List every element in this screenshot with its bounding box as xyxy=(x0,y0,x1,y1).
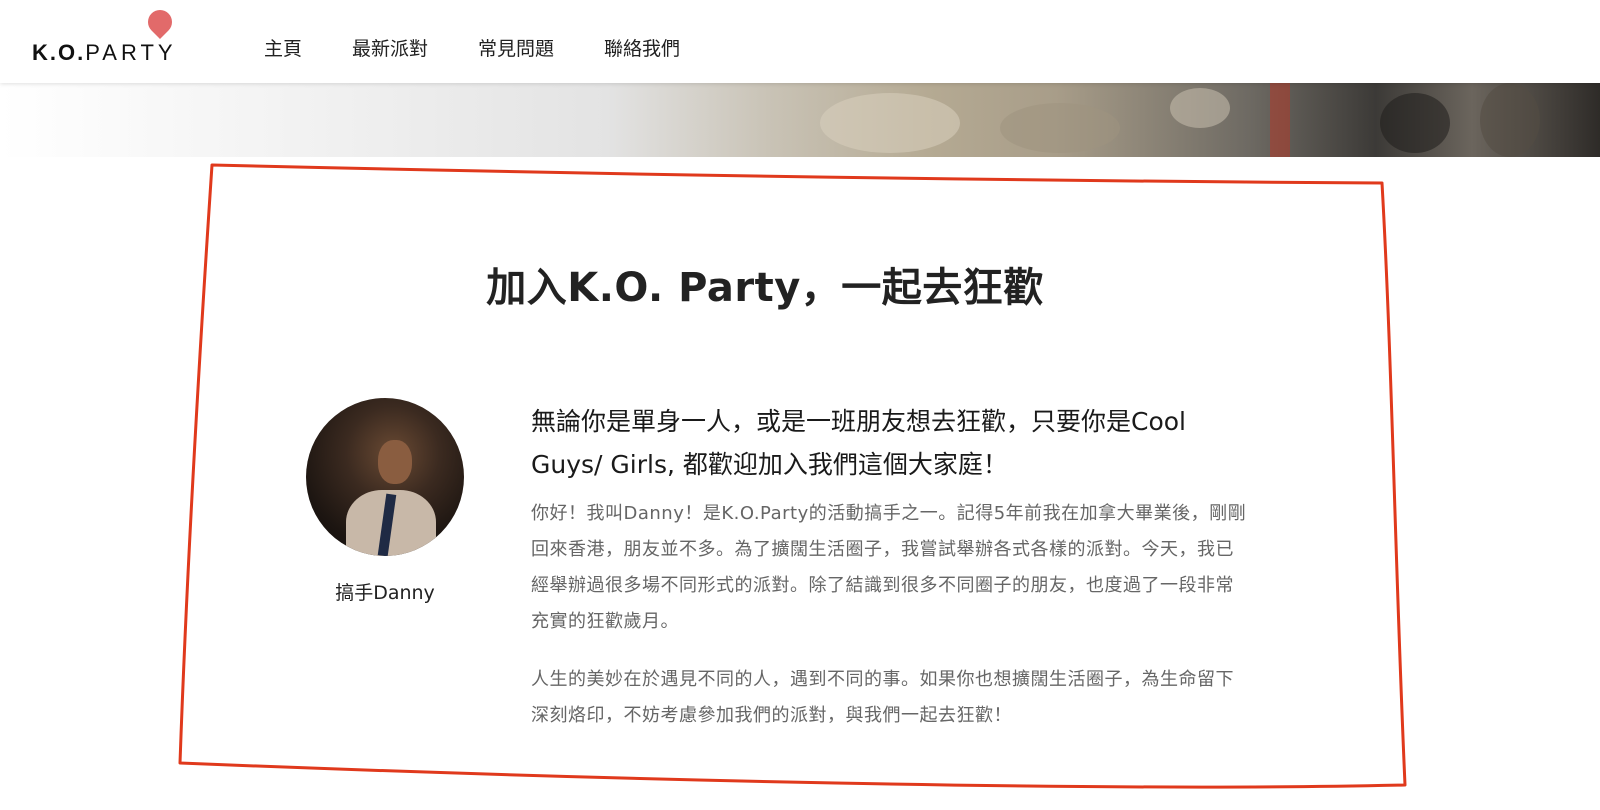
nav-item-faq[interactable]: 常見問題 xyxy=(478,34,554,61)
nav-item-home[interactable]: 主頁 xyxy=(264,34,302,61)
site-logo[interactable]: K.O.PARTY xyxy=(32,5,182,72)
lead-text: 無論你是單身一人，或是一班朋友想去狂歡，只要你是Cool Guys/ Girls… xyxy=(531,407,1186,479)
body-paragraph: 你好！我叫Danny！是K.O.Party的活動搞手之一。記得5年前我在加拿大畢… xyxy=(531,503,1247,632)
logo-text: K.O.PARTY xyxy=(32,40,177,65)
organizer-avatar xyxy=(306,398,464,556)
site-header: K.O.PARTY 主頁 最新派對 常見問題 聯絡我們 xyxy=(0,0,1600,83)
hero-banner-image xyxy=(0,83,1600,157)
map-pin-icon xyxy=(143,5,177,39)
nav-item-contact[interactable]: 聯絡我們 xyxy=(604,34,680,61)
nav-item-latest-parties[interactable]: 最新派對 xyxy=(352,34,428,61)
body-paragraph: 人生的美妙在於遇見不同的人，遇到不同的事。如果你也想擴闊生活圈子，為生命留下深刻… xyxy=(531,669,1234,726)
organizer-caption: 搞手Danny xyxy=(335,582,435,604)
main-nav: 主頁 最新派對 常見問題 聯絡我們 xyxy=(264,34,730,61)
section-title: 加入K.O. Party，一起去狂歡 xyxy=(486,265,1044,311)
